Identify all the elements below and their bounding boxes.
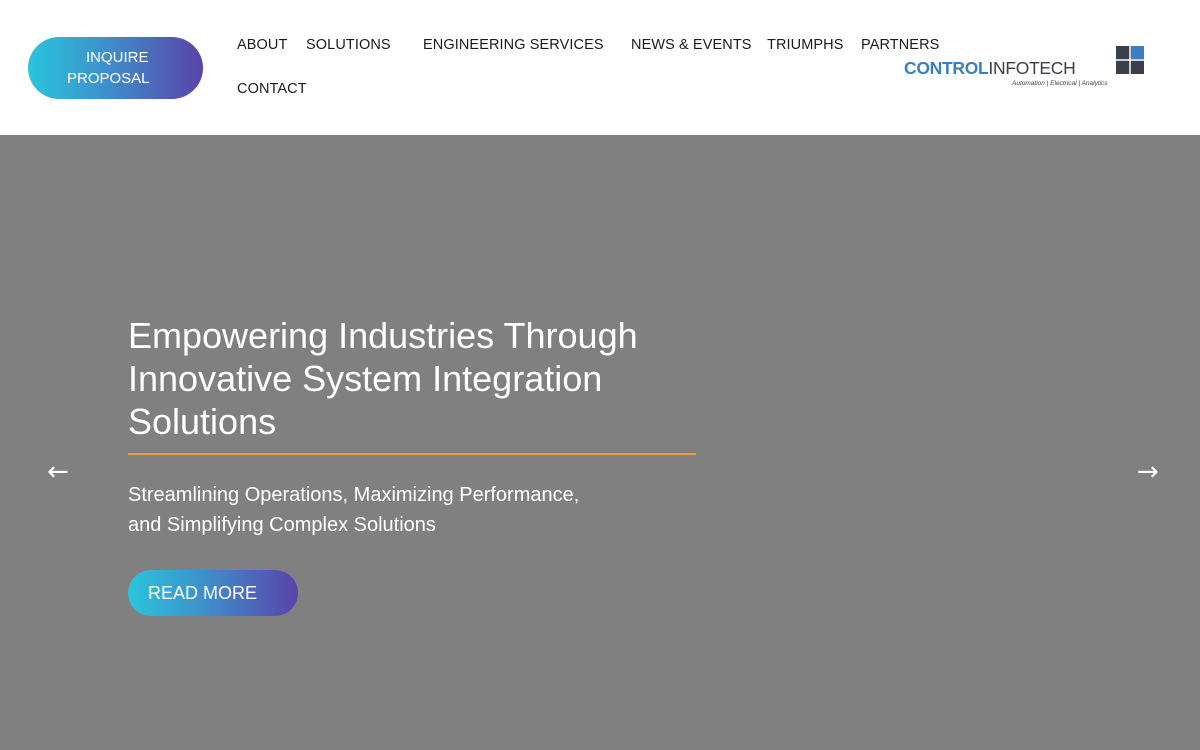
hero-banner: ← → Empowering Industries Through Innova… (0, 135, 1200, 750)
hero-subtitle-line1: Streamlining Operations, Maximizing Perf… (128, 484, 580, 506)
hero-subtitle-line2: and Simplifying Complex Solutions (128, 514, 436, 536)
company-logo[interactable]: CONTROLINFOTECH Automation | Electrical … (902, 44, 1146, 92)
nav-triumphs[interactable]: TRIUMPHS (767, 37, 844, 53)
nav-solutions[interactable]: SOLUTIONS (306, 37, 391, 53)
inquire-proposal-button[interactable]: INQUIRE PROPOSAL (28, 37, 203, 99)
carousel-prev-arrow-icon[interactable]: ← (47, 457, 69, 487)
inquire-button-line2: PROPOSAL (67, 70, 150, 87)
logo-wordmark: CONTROLINFOTECH (904, 58, 1076, 79)
logo-text-infotech: INFOTECH (988, 58, 1076, 78)
logo-mark-icon (1116, 46, 1144, 74)
nav-news-events[interactable]: NEWS & EVENTS (631, 37, 752, 53)
hero-subtitle: Streamlining Operations, Maximizing Perf… (128, 480, 628, 540)
logo-tagline: Automation | Electrical | Analytics (1012, 80, 1108, 87)
nav-about[interactable]: ABOUT (237, 37, 287, 53)
logo-text-control: CONTROL (904, 58, 989, 78)
read-more-button[interactable]: READ MORE (128, 570, 298, 616)
hero-title: Empowering Industries Through Innovative… (128, 315, 638, 442)
nav-contact[interactable]: CONTACT (237, 81, 307, 97)
inquire-button-line1: INQUIRE (86, 49, 149, 66)
nav-engineering-services[interactable]: ENGINEERING SERVICES (423, 37, 604, 53)
hero-divider (128, 453, 696, 455)
carousel-next-arrow-icon[interactable]: → (1137, 457, 1159, 487)
site-header: INQUIRE PROPOSAL ABOUT SOLUTIONS ENGINEE… (0, 0, 1200, 135)
